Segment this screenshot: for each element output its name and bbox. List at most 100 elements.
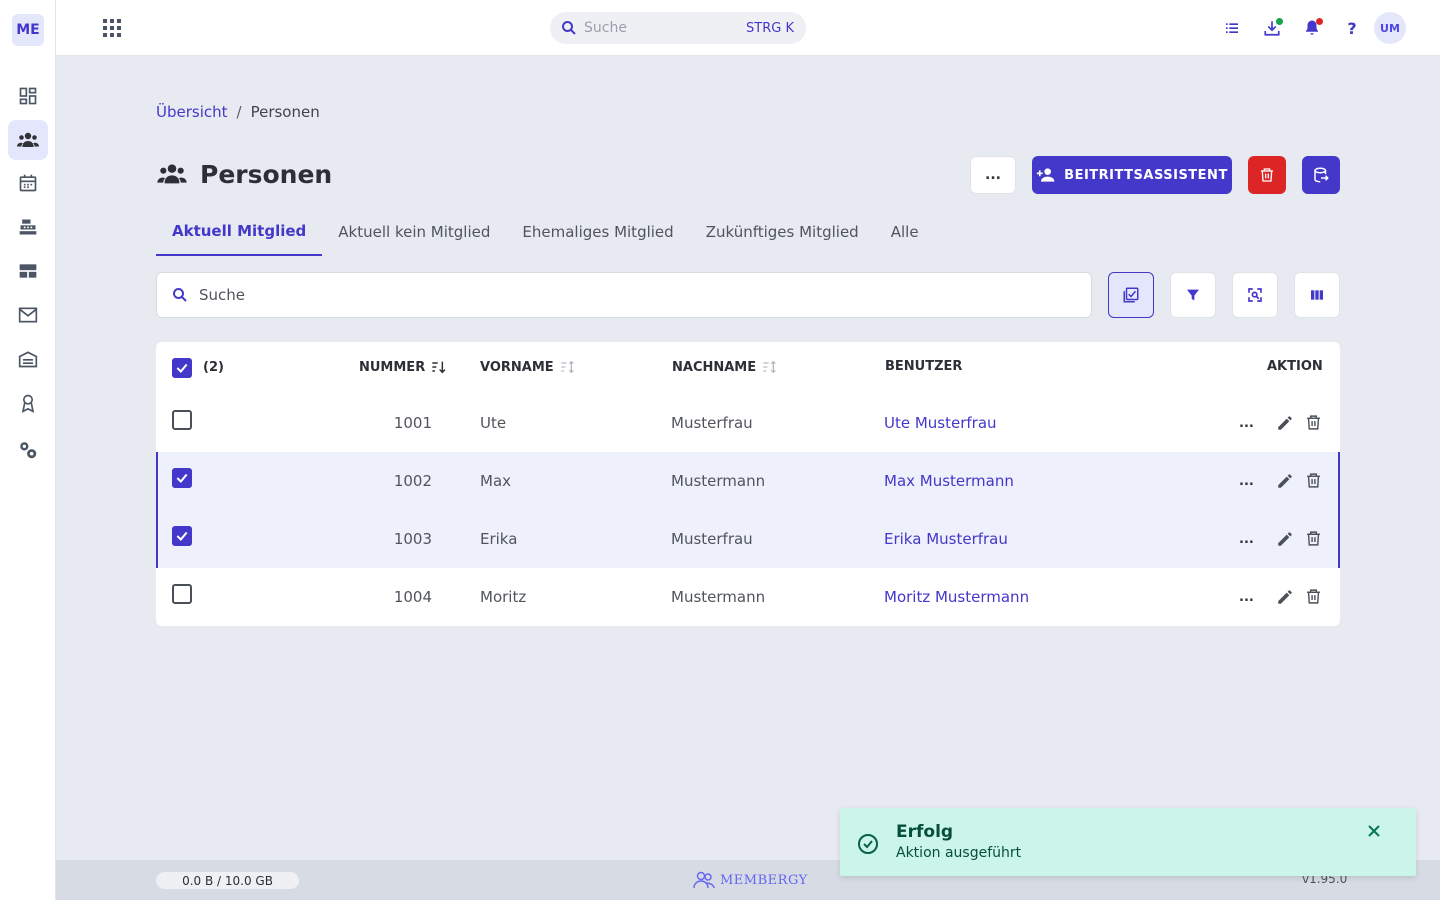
row-more-button[interactable]: ...	[1239, 416, 1254, 431]
toast-message: Aktion ausgeführt	[896, 845, 1022, 861]
row-edit-button[interactable]	[1276, 472, 1294, 490]
mail-icon	[18, 307, 38, 323]
row-checkbox[interactable]	[172, 526, 192, 546]
column-first-name-label: VORNAME	[480, 359, 554, 375]
row-delete-button[interactable]	[1305, 588, 1323, 606]
cell-user-link[interactable]: Max Mustermann	[884, 472, 1014, 490]
notifications-badge	[1316, 18, 1323, 25]
sidebar-item-dashboard[interactable]	[8, 76, 48, 116]
cell-number: 1002	[393, 472, 432, 490]
close-icon	[1368, 825, 1380, 837]
breadcrumb-current: Personen	[250, 103, 320, 121]
tab-current-member[interactable]: Aktuell Mitglied	[156, 210, 323, 256]
pencil-icon	[1278, 474, 1292, 488]
sidebar-item-mail[interactable]	[8, 295, 48, 335]
apps-grid-button[interactable]	[100, 16, 124, 40]
breadcrumb: Übersicht / Personen	[156, 103, 320, 121]
cash-register-icon	[19, 219, 37, 235]
sidebar-item-layout[interactable]	[8, 251, 48, 291]
cell-number: 1003	[393, 530, 432, 548]
app-logo[interactable]: ME	[12, 14, 44, 46]
list-search-input[interactable]: Suche	[156, 272, 1092, 318]
person-add-icon	[1037, 168, 1055, 182]
brand-logo: MEMBERGY	[692, 870, 808, 890]
global-search-input[interactable]: Suche STRG K	[550, 12, 806, 44]
table-row[interactable]: 1002 Max Mustermann Max Mustermann ...	[156, 452, 1340, 510]
delete-selected-button[interactable]	[1248, 156, 1286, 194]
row-checkbox[interactable]	[172, 468, 192, 488]
cell-user-link[interactable]: Moritz Mustermann	[884, 588, 1029, 606]
export-button[interactable]	[1302, 156, 1340, 194]
columns-icon	[1311, 290, 1323, 300]
table-row[interactable]: 1001 Ute Musterfrau Ute Musterfrau ...	[156, 394, 1340, 452]
column-header-number[interactable]: NUMMER	[359, 359, 447, 375]
toast-close-button[interactable]	[1364, 821, 1384, 841]
row-delete-button[interactable]	[1305, 472, 1323, 490]
sort-icon	[763, 360, 776, 374]
column-header-action: AKTION	[1267, 359, 1323, 374]
sidebar-item-settings[interactable]	[8, 430, 48, 470]
cell-user-link[interactable]: Erika Musterfrau	[884, 530, 1008, 548]
row-more-button[interactable]: ...	[1239, 474, 1254, 489]
filter-button[interactable]	[1170, 272, 1216, 318]
check-icon	[176, 363, 188, 374]
select-all-checkbox[interactable]	[172, 358, 192, 378]
tab-future-member[interactable]: Zukünftiges Mitglied	[690, 210, 875, 254]
list-icon	[1226, 23, 1238, 33]
saved-search-button[interactable]	[1232, 272, 1278, 318]
membergy-logo-icon	[693, 871, 715, 889]
breadcrumb-overview-link[interactable]: Übersicht	[156, 103, 228, 121]
cell-number: 1004	[393, 588, 432, 606]
row-checkbox[interactable]	[172, 410, 192, 430]
row-edit-button[interactable]	[1276, 414, 1294, 432]
row-more-button[interactable]: ...	[1239, 590, 1254, 605]
image-search-icon	[1248, 288, 1262, 302]
column-last-name-label: NACHNAME	[672, 359, 757, 375]
check-circle-icon	[858, 834, 878, 854]
row-more-button[interactable]: ...	[1239, 532, 1254, 547]
row-delete-button[interactable]	[1305, 414, 1323, 432]
selected-count: (2)	[203, 360, 224, 375]
row-delete-button[interactable]	[1305, 530, 1323, 548]
sidebar: ME	[0, 0, 56, 900]
help-button[interactable]: ?	[1340, 16, 1364, 40]
column-number-label: NUMMER	[359, 359, 426, 375]
row-checkbox[interactable]	[172, 584, 192, 604]
success-toast: Erfolg Aktion ausgeführt	[840, 808, 1416, 876]
columns-button[interactable]	[1294, 272, 1340, 318]
row-edit-button[interactable]	[1276, 530, 1294, 548]
more-actions-button[interactable]: ...	[970, 156, 1016, 194]
tab-currently-no-member[interactable]: Aktuell kein Mitglied	[322, 210, 506, 254]
pencil-icon	[1278, 416, 1292, 430]
sidebar-item-people[interactable]	[8, 120, 48, 160]
table-row[interactable]: 1004 Moritz Mustermann Moritz Mustermann…	[156, 568, 1340, 626]
trash-icon	[1307, 415, 1320, 430]
task-list-button[interactable]	[1220, 16, 1244, 40]
search-shortcut-hint: STRG K	[746, 20, 794, 36]
medal-icon	[21, 394, 35, 413]
membership-wizard-button[interactable]: BEITRITTSASSISTENT	[1032, 156, 1232, 194]
notifications-button[interactable]	[1300, 16, 1324, 40]
tab-former-member[interactable]: Ehemaliges Mitglied	[506, 210, 689, 254]
cell-last-name: Musterfrau	[671, 530, 753, 548]
user-avatar[interactable]: UM	[1374, 12, 1406, 44]
list-search-placeholder: Suche	[199, 286, 246, 304]
sidebar-item-cash-register[interactable]	[8, 207, 48, 247]
tab-all[interactable]: Alle	[875, 210, 935, 254]
sidebar-item-calendar[interactable]	[8, 163, 48, 203]
downloads-button[interactable]	[1260, 16, 1284, 40]
membership-wizard-label: BEITRITTSASSISTENT	[1064, 167, 1228, 183]
sidebar-item-medal[interactable]	[8, 383, 48, 423]
warehouse-icon	[18, 351, 38, 368]
cell-user-link[interactable]: Ute Musterfrau	[884, 414, 997, 432]
row-edit-button[interactable]	[1276, 588, 1294, 606]
filter-icon	[1187, 289, 1199, 301]
selection-mode-button[interactable]	[1108, 272, 1154, 318]
membership-tabs: Aktuell Mitglied Aktuell kein Mitglied E…	[156, 210, 935, 256]
column-header-user: BENUTZER	[885, 359, 962, 374]
sidebar-item-warehouse[interactable]	[8, 339, 48, 379]
column-header-last-name[interactable]: NACHNAME	[672, 359, 778, 375]
table-row[interactable]: 1003 Erika Musterfrau Erika Musterfrau .…	[156, 510, 1340, 568]
trash-icon	[1307, 473, 1320, 488]
column-header-first-name[interactable]: VORNAME	[480, 359, 576, 375]
